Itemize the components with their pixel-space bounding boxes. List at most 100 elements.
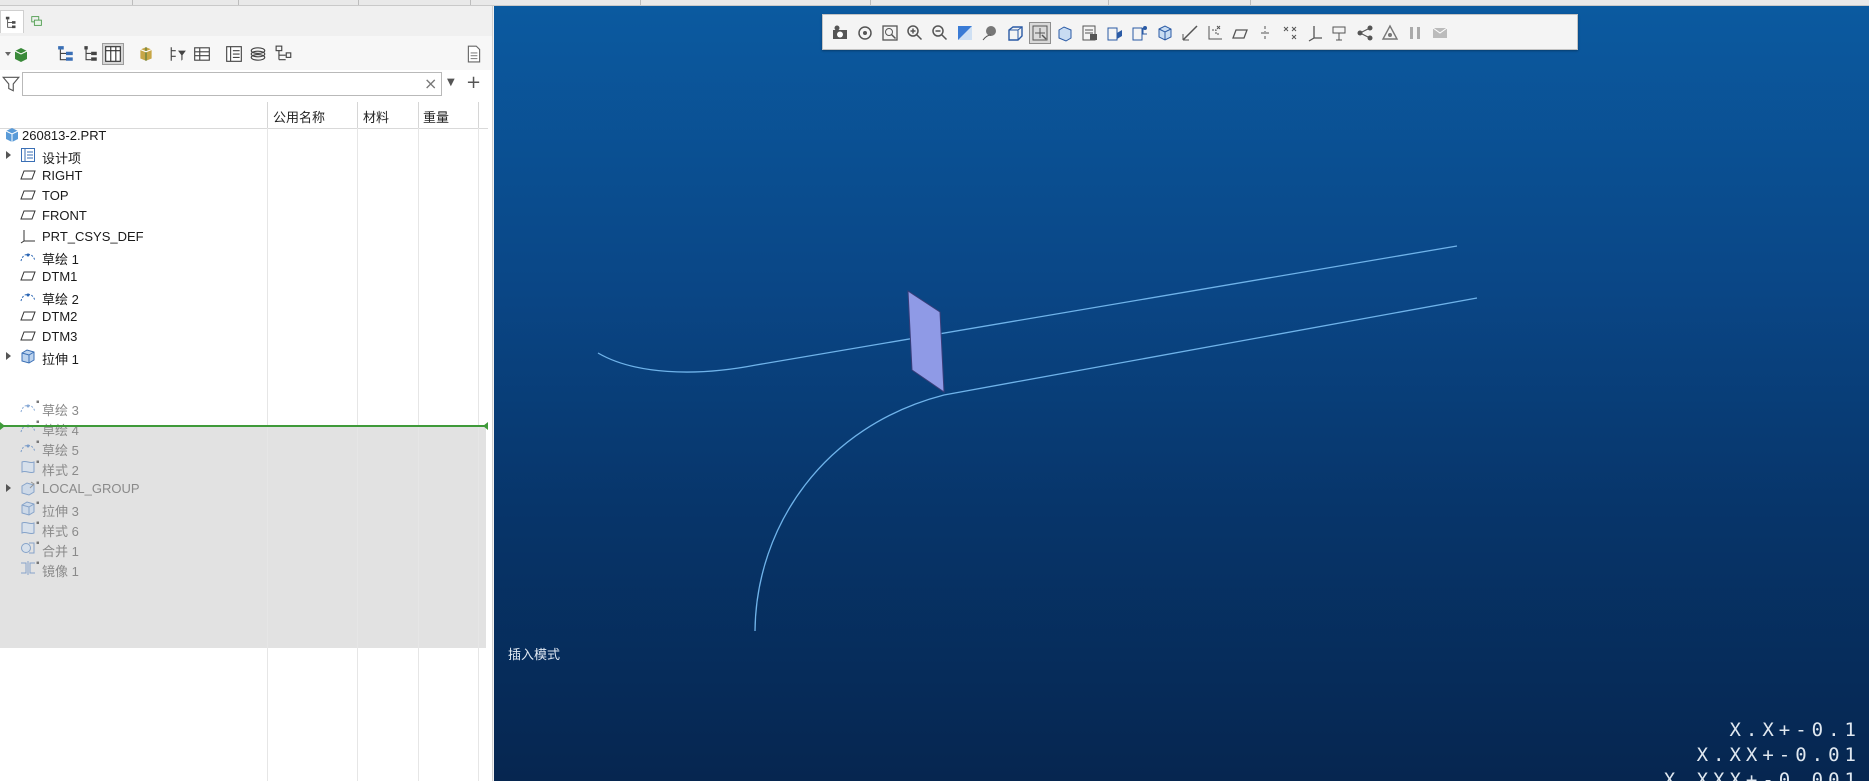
view-manager-button[interactable] <box>854 22 876 44</box>
expand-arrow-icon[interactable] <box>6 352 11 361</box>
zoom-out-icon <box>932 25 948 41</box>
tree-item-label: TOP <box>42 188 69 204</box>
named-view-icon <box>1058 26 1072 42</box>
point-display-button[interactable] <box>1229 22 1251 44</box>
suppressed-marker: ▪ <box>36 557 40 569</box>
extrude-icon <box>20 348 36 364</box>
notes-button[interactable] <box>464 44 484 64</box>
display-style-button[interactable] <box>1004 22 1026 44</box>
tree-settings-icon <box>170 47 186 61</box>
suppressed-marker: ▪ <box>36 477 40 489</box>
style-display-button[interactable] <box>1404 22 1426 44</box>
appearance-button[interactable] <box>1104 22 1126 44</box>
show-icon <box>5 48 28 62</box>
model-tree-items-button[interactable] <box>224 44 244 64</box>
csys-display-icon <box>1182 25 1198 41</box>
tree-item[interactable]: ▪ 镜像 1 <box>0 557 486 581</box>
add-filter-icon[interactable]: + <box>466 72 481 93</box>
style-icon <box>20 459 36 475</box>
model-appearance-button[interactable] <box>136 44 156 64</box>
annotation-display-icon <box>1132 26 1147 41</box>
tree-search-input[interactable] <box>22 72 442 96</box>
tree-item-label: RIGHT <box>42 168 83 184</box>
design-items-icon <box>20 147 36 163</box>
layers-button[interactable] <box>248 44 268 64</box>
tree-filter-bar: × ▼ + <box>0 70 492 100</box>
tree-item[interactable]: 拉伸 1 <box>0 345 486 369</box>
tree-item-label: 260813-2.PRT <box>22 128 107 143</box>
sketch-icon <box>20 248 36 264</box>
datum-plane-icon <box>20 187 36 203</box>
datum-plane-icon <box>20 308 36 324</box>
insert-here-marker[interactable] <box>0 422 488 430</box>
model-scene[interactable] <box>494 6 1869 781</box>
refit-icon <box>882 25 898 41</box>
tree-item-label: DTM3 <box>42 329 78 344</box>
tree-columns-button[interactable] <box>192 44 212 64</box>
csys-button[interactable] <box>1354 22 1376 44</box>
tree-item-label: PRT_CSYS_DEF <box>42 228 144 244</box>
section-button[interactable] <box>1079 22 1101 44</box>
zoom-in-button[interactable] <box>904 22 926 44</box>
tolerance-line: X.X+-0.1 <box>1729 719 1861 741</box>
part-icon <box>4 127 20 143</box>
datum-display-icon <box>1158 25 1172 41</box>
clear-search-icon[interactable]: × <box>424 74 437 93</box>
tree-filters-button[interactable] <box>56 44 76 64</box>
warning-button[interactable] <box>1429 22 1451 44</box>
list-icon <box>226 46 242 62</box>
expand-all-button[interactable] <box>80 44 100 64</box>
tag-display-button[interactable] <box>1304 22 1326 44</box>
saved-views-button[interactable] <box>829 22 851 44</box>
annotation-display-button[interactable] <box>1129 22 1151 44</box>
insert-mode-label: 插入模式 <box>508 647 561 662</box>
spin-center-button[interactable] <box>1029 22 1051 44</box>
tree-icon <box>5 16 16 29</box>
sketch-icon <box>20 419 36 435</box>
sketch-curve-upper[interactable] <box>597 245 1458 373</box>
style-display-icon <box>1410 27 1420 39</box>
datum-plane-icon <box>20 328 36 344</box>
named-view-button[interactable] <box>1054 22 1076 44</box>
axis-display-button[interactable] <box>1204 22 1226 44</box>
sketch-display-button[interactable] <box>1329 22 1351 44</box>
style-icon <box>20 520 36 536</box>
refit-button[interactable] <box>879 22 901 44</box>
axis-display-icon <box>1208 25 1222 40</box>
table-columns-icon <box>105 46 121 62</box>
location-display-button[interactable] <box>1379 22 1401 44</box>
navigator-tabs <box>0 6 492 37</box>
expand-arrow-icon[interactable] <box>6 151 11 160</box>
merge-icon <box>20 540 36 556</box>
mirror-icon <box>20 560 36 576</box>
expand-arrow-icon[interactable] <box>6 483 11 492</box>
show-menu-button[interactable] <box>2 44 32 64</box>
datum-plane-icon <box>20 167 36 183</box>
sketch-display-icon <box>1332 26 1346 41</box>
model-tree-tab[interactable] <box>0 10 24 33</box>
tree-toolbar <box>0 36 492 70</box>
perspective-button[interactable] <box>979 22 1001 44</box>
tree-item-label: DTM2 <box>42 308 78 324</box>
sketch-curve-lower[interactable] <box>754 297 1478 632</box>
graphics-window[interactable]: 插入模式 X.X+-0.1 X.XX+-0.01 X.XXX+-0.001 <box>494 6 1869 781</box>
point-display-icon <box>1232 29 1248 39</box>
csys-display-button[interactable] <box>1179 22 1201 44</box>
tag-display-icon <box>1308 26 1322 42</box>
tree-settings-button[interactable] <box>168 44 188 64</box>
extrude-section-plane[interactable] <box>907 290 945 393</box>
plane-display-button[interactable] <box>1254 22 1276 44</box>
layers-stack-icon <box>250 47 266 61</box>
datum-display-button[interactable] <box>1154 22 1176 44</box>
datum-plane-icon <box>20 268 36 284</box>
group-icon <box>20 480 36 496</box>
expand-icon <box>84 46 97 61</box>
zoom-out-button[interactable] <box>929 22 951 44</box>
layer-tree-tab[interactable] <box>26 10 48 32</box>
suppressed-marker: ▪ <box>36 397 40 409</box>
curve-display-button[interactable] <box>1279 22 1301 44</box>
chevron-down-icon[interactable]: ▼ <box>447 77 455 88</box>
hierarchy-button[interactable] <box>274 44 294 64</box>
columns-button[interactable] <box>102 43 124 65</box>
repaint-button[interactable] <box>954 22 976 44</box>
